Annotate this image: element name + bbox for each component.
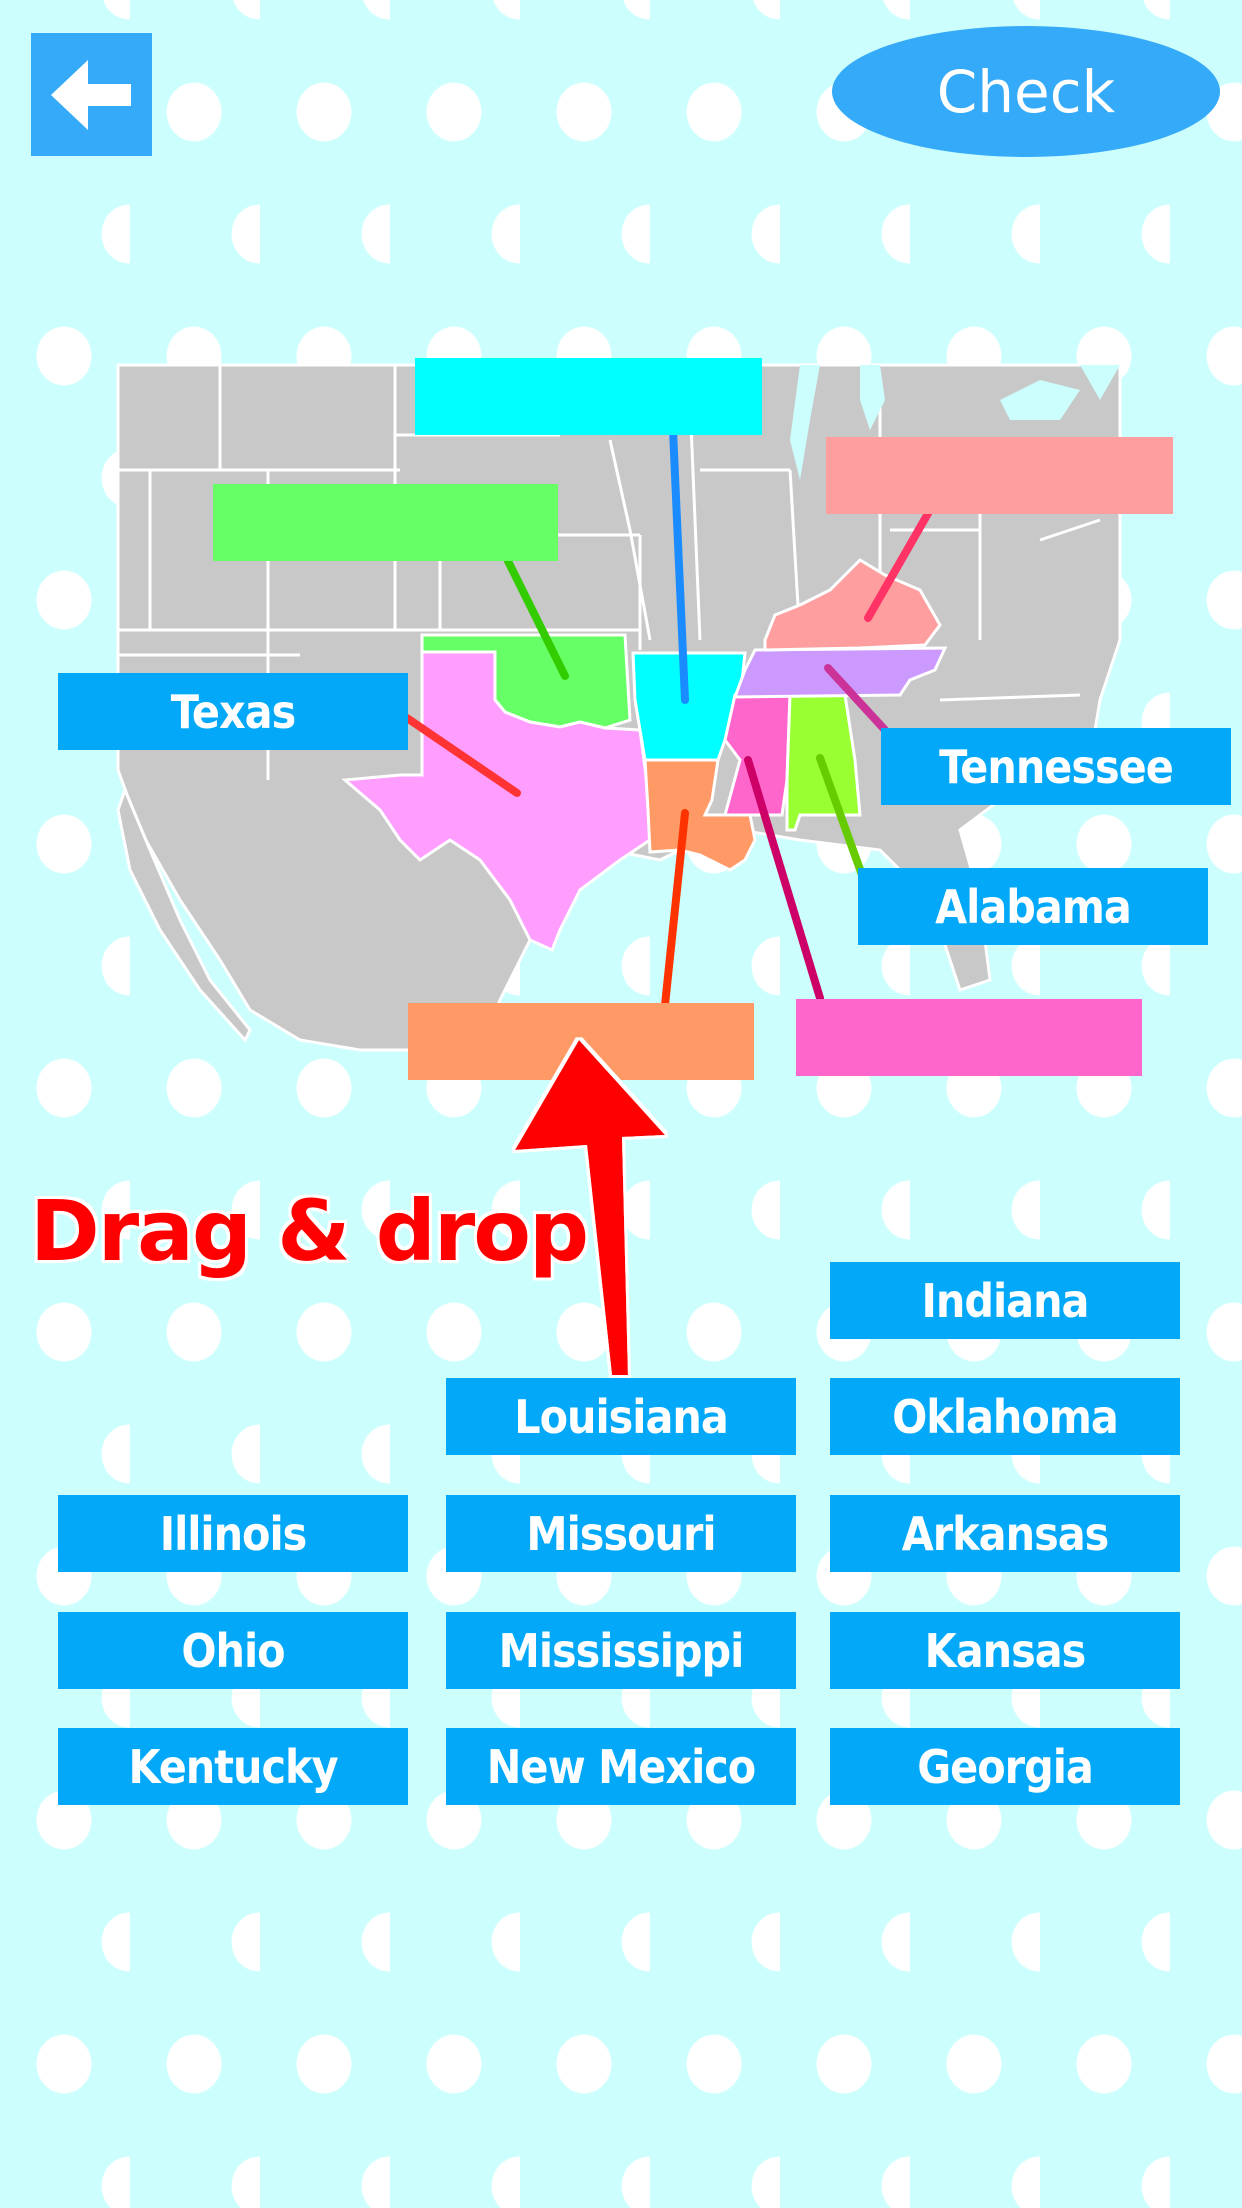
choice-oklahoma[interactable]: Oklahoma: [830, 1378, 1180, 1455]
choice-louisiana[interactable]: Louisiana: [446, 1378, 796, 1455]
choice-label: Kentucky: [128, 1739, 338, 1794]
choice-label: Missouri: [526, 1506, 716, 1561]
drop-target-oklahoma[interactable]: [213, 484, 558, 561]
drag-drop-hint: Drag & drop: [30, 1182, 589, 1280]
choice-label: Mississippi: [498, 1623, 745, 1678]
choice-illinois[interactable]: Illinois: [58, 1495, 408, 1572]
choice-label: Oklahoma: [892, 1389, 1119, 1444]
choice-label: Ohio: [181, 1623, 285, 1678]
choice-indiana[interactable]: Indiana: [830, 1262, 1180, 1339]
choice-ohio[interactable]: Ohio: [58, 1612, 408, 1689]
drop-target-tennessee[interactable]: Tennessee: [881, 728, 1231, 805]
placed-label-tennessee: Tennessee: [939, 739, 1174, 794]
choice-label: Arkansas: [901, 1506, 1110, 1561]
drop-target-texas[interactable]: Texas: [58, 673, 408, 750]
choice-label: Kansas: [924, 1623, 1087, 1678]
choice-label: New Mexico: [486, 1739, 756, 1794]
drop-target-missouri-area[interactable]: [415, 358, 762, 435]
choice-new-mexico[interactable]: New Mexico: [446, 1728, 796, 1805]
choice-label: Louisiana: [514, 1389, 729, 1444]
choice-arkansas[interactable]: Arkansas: [830, 1495, 1180, 1572]
placed-label-texas: Texas: [170, 684, 296, 739]
choice-label: Illinois: [159, 1506, 308, 1561]
choice-mississippi[interactable]: Mississippi: [446, 1612, 796, 1689]
choice-label: Indiana: [921, 1273, 1090, 1328]
choice-missouri[interactable]: Missouri: [446, 1495, 796, 1572]
us-map: [116, 363, 1122, 1052]
choice-kentucky[interactable]: Kentucky: [58, 1728, 408, 1805]
drop-target-kentucky[interactable]: [826, 437, 1173, 514]
choice-label: Georgia: [917, 1739, 1094, 1794]
drop-target-mississippi[interactable]: [796, 999, 1142, 1076]
drop-target-alabama[interactable]: Alabama: [858, 868, 1208, 945]
choice-kansas[interactable]: Kansas: [830, 1612, 1180, 1689]
placed-label-alabama: Alabama: [935, 879, 1132, 934]
choice-georgia[interactable]: Georgia: [830, 1728, 1180, 1805]
